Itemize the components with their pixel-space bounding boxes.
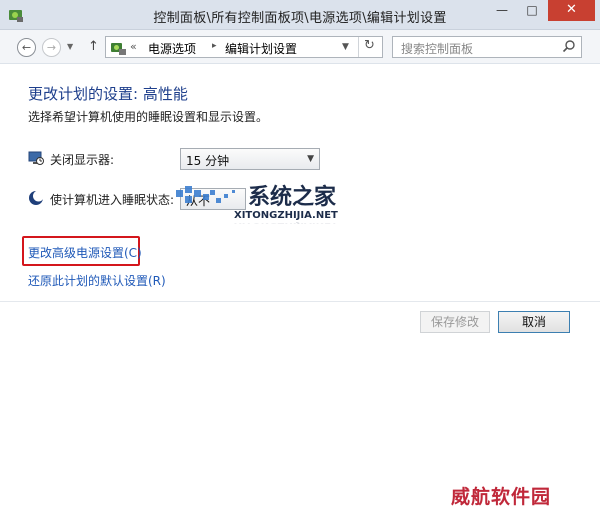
navigation-bar: ← → ▼ ↑ « 电源选项 ▸ 编辑计划设置 ▼ ↻ 搜索控制面板 xyxy=(0,30,600,64)
display-monitor-icon xyxy=(28,151,44,165)
advanced-power-settings-link[interactable]: 更改高级电源设置(C) xyxy=(28,244,142,261)
power-options-icon xyxy=(111,43,126,55)
refresh-button[interactable]: ↻ xyxy=(364,38,375,53)
maximize-button[interactable]: □ xyxy=(518,0,546,21)
page-subtitle: 选择希望计算机使用的睡眠设置和显示设置。 xyxy=(28,110,269,124)
display-off-label: 关闭显示器: xyxy=(50,153,115,167)
breadcrumb-separator-icon[interactable]: ▸ xyxy=(212,41,217,51)
watermark-brand: 系统之家 xyxy=(248,184,337,210)
up-button[interactable]: ↑ xyxy=(88,39,99,54)
restore-defaults-link[interactable]: 还原此计划的默认设置(R) xyxy=(28,272,166,289)
search-icon[interactable] xyxy=(562,39,576,53)
display-off-value: 15 分钟 xyxy=(186,154,230,168)
watermark-domain: XITONGZHIJIA.NET xyxy=(234,210,338,221)
divider xyxy=(0,301,600,302)
minimize-button[interactable]: — xyxy=(488,0,516,21)
title-bar: 控制面板\所有控制面板项\电源选项\编辑计划设置 — □ ✕ xyxy=(0,0,600,30)
address-dropdown-icon[interactable]: ▼ xyxy=(342,42,349,52)
close-button[interactable]: ✕ xyxy=(548,0,595,21)
sleep-moon-icon xyxy=(29,190,44,205)
forward-button[interactable]: → xyxy=(42,38,61,57)
site-watermark-logo: 系统之家 XITONGZHIJIA.NET XITONGZHIJIA.NET xyxy=(176,184,338,224)
save-changes-button[interactable]: 保存修改 xyxy=(420,311,490,333)
search-input[interactable]: 搜索控制面板 xyxy=(401,40,473,57)
corner-watermark: 威航软件园 xyxy=(451,486,552,508)
sleep-label: 使计算机进入睡眠状态: xyxy=(50,193,175,207)
address-bar[interactable]: « 电源选项 ▸ 编辑计划设置 ▼ ↻ xyxy=(105,36,383,58)
watermark-domain-reflection: XITONGZHIJIA.NET xyxy=(234,222,338,224)
search-box[interactable]: 搜索控制面板 xyxy=(392,36,582,58)
address-overflow-icon[interactable]: « xyxy=(130,40,137,53)
page-title: 更改计划的设置: 高性能 xyxy=(28,85,188,103)
address-divider xyxy=(358,37,359,57)
breadcrumb-power-options[interactable]: 电源选项 xyxy=(148,40,196,57)
recent-pages-dropdown-icon[interactable]: ▼ xyxy=(67,42,73,51)
chevron-down-icon: ▼ xyxy=(307,154,314,164)
back-button[interactable]: ← xyxy=(17,38,36,57)
display-off-select[interactable]: 15 分钟 ▼ xyxy=(180,148,320,170)
breadcrumb-edit-plan[interactable]: 编辑计划设置 xyxy=(225,40,297,57)
cancel-button[interactable]: 取消 xyxy=(498,311,570,333)
